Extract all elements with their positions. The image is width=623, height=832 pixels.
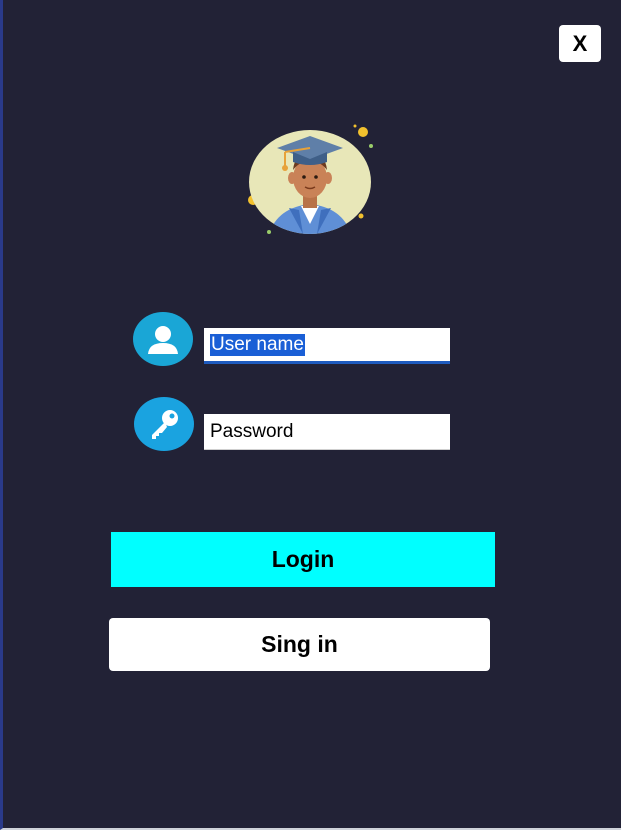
- password-value: Password: [210, 420, 294, 442]
- login-window: X User name Password Login Sing in: [0, 0, 621, 830]
- username-field[interactable]: User name: [204, 328, 450, 364]
- user-icon: [133, 312, 193, 366]
- key-icon: [134, 397, 194, 451]
- close-button[interactable]: X: [559, 25, 601, 62]
- password-field[interactable]: Password: [204, 414, 450, 450]
- username-value: User name: [210, 333, 305, 356]
- graduate-avatar-icon: [239, 122, 383, 242]
- signin-button[interactable]: Sing in: [109, 618, 490, 671]
- login-button[interactable]: Login: [111, 532, 495, 587]
